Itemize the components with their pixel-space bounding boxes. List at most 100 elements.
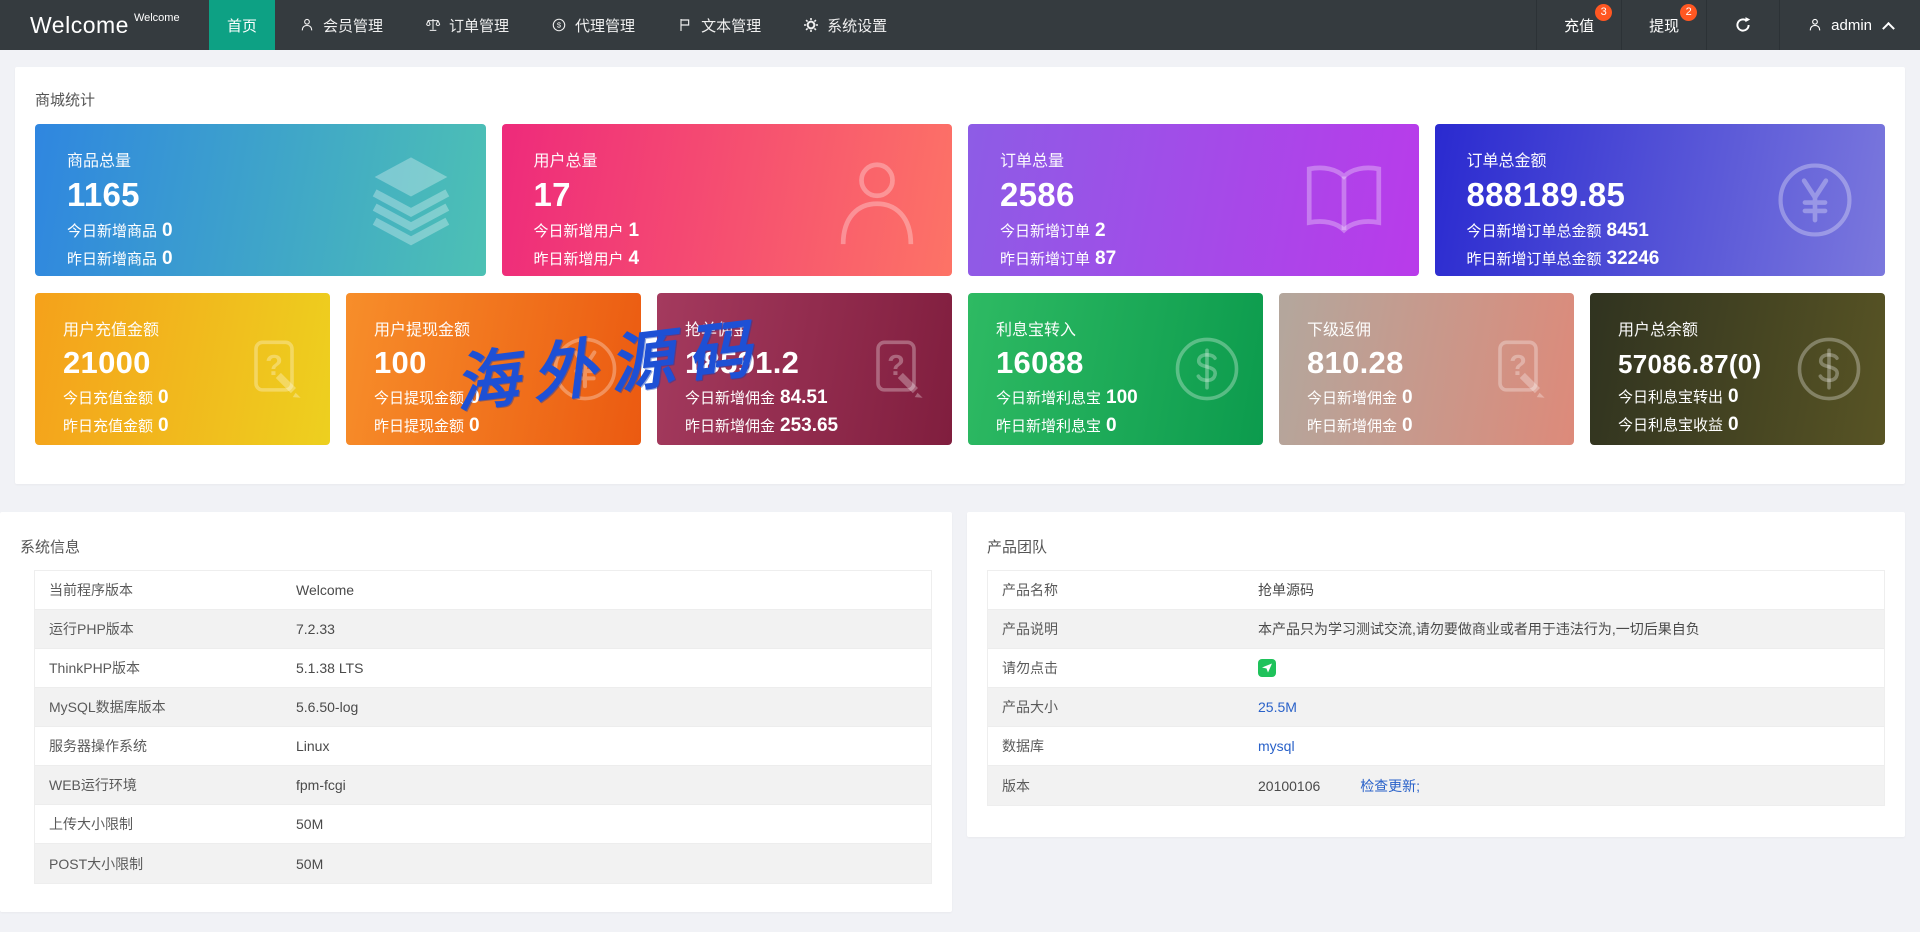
row-label: WEB运行环境 — [49, 777, 137, 793]
stat-card-interest-in: 利息宝转入 16088 今日新增利息宝 100 昨日新增利息宝 0 — [968, 293, 1263, 445]
stat-card-total-order-amount: 订单总金额 888189.85 今日新增订单总金额 8451 昨日新增订单总金额 3… — [1434, 124, 1885, 276]
table-row: POST大小限制 50M — [35, 844, 931, 883]
nav-item-agents[interactable]: 代理管理 — [533, 0, 653, 50]
row-label: 请勿点击 — [1002, 660, 1058, 676]
dollar-circle-icon — [1171, 333, 1243, 405]
stat-line: 昨日新增订单 87 — [1000, 248, 1117, 269]
stat-line: 昨日新增佣金 253.65 — [685, 415, 839, 436]
stats-row-1: 商品总量 1165 今日新增商品 0 昨日新增商品 0 用户总量 17 今日新增用户… — [35, 124, 1885, 276]
nav-item-orders[interactable]: 订单管理 — [407, 0, 527, 50]
recharge-label: 充值 — [1564, 17, 1595, 35]
refresh-button[interactable] — [1706, 0, 1779, 50]
user-icon — [1807, 17, 1823, 33]
stat-line: 昨日提现金额 0 — [374, 415, 480, 436]
row-label: 数据库 — [1002, 738, 1044, 754]
stats-panel-title: 商城统计 — [35, 92, 96, 109]
stats-row-2: 用户充值金额 21000 今日充值金额 0 昨日充值金额 0 用户提现金额 100 … — [35, 293, 1885, 445]
admin-username: admin — [1831, 16, 1872, 34]
table-row: 上传大小限制 50M — [35, 805, 931, 844]
row-label: 上传大小限制 — [49, 816, 133, 832]
row-label: 产品大小 — [1002, 699, 1058, 715]
nav-item-home[interactable]: 首页 — [209, 0, 276, 50]
book-icon — [1297, 153, 1391, 247]
recharge-button[interactable]: 充值 3 — [1536, 0, 1621, 50]
doc-question-icon — [860, 333, 932, 405]
row-label: ThinkPHP版本 — [49, 660, 141, 676]
row-value: mysql — [1258, 738, 1884, 754]
app-logo: Welcome Welcome — [0, 0, 206, 50]
withdraw-badge: 2 — [1680, 4, 1698, 21]
row-value: 5.6.50-log — [296, 699, 359, 715]
yen-circle-icon — [549, 333, 621, 405]
row-value: Linux — [296, 738, 330, 754]
stat-line: 今日利息宝收益 0 — [1618, 414, 1739, 435]
row-value: 7.2.33 — [296, 621, 335, 637]
nav-item-label: 系统设置 — [827, 17, 888, 35]
nav-item-settings[interactable]: 系统设置 — [785, 0, 905, 50]
table-row: WEB运行环境 fpm-fcgi — [35, 766, 931, 805]
database-link[interactable]: mysql — [1258, 738, 1295, 754]
row-label: 产品名称 — [1002, 582, 1058, 598]
row-label: 服务器操作系统 — [49, 738, 147, 754]
table-row: 请勿点击 — [988, 649, 1884, 688]
version-number: 20100106 — [1258, 777, 1321, 794]
yen-circle-icon — [1773, 158, 1857, 242]
table-row: 服务器操作系统 Linux — [35, 727, 931, 766]
nav-item-members[interactable]: 会员管理 — [281, 0, 401, 50]
table-row: 版本 20100106 检查更新; — [988, 766, 1884, 805]
withdraw-label: 提现 — [1649, 17, 1680, 35]
stat-card-sub-rebate: 下级返佣 810.28 今日新增佣金 0 昨日新增佣金 0 — [1279, 293, 1574, 445]
chevron-up-icon — [1882, 21, 1895, 35]
table-row: 产品大小 25.5M — [988, 688, 1884, 727]
dollar-circle-icon — [1793, 333, 1865, 405]
row-value: 50M — [296, 855, 324, 872]
chat-icon[interactable] — [1258, 659, 1276, 678]
gear-icon — [803, 17, 819, 33]
row-label: 版本 — [1002, 777, 1030, 794]
stat-card-recharge-amount: 用户充值金额 21000 今日充值金额 0 昨日充值金额 0 — [35, 293, 330, 445]
main-nav: 首页 会员管理 订单管理 代理管理 文本管理 系统设置 — [206, 0, 908, 50]
nav-item-label: 首页 — [227, 17, 258, 35]
stat-card-grab-commission: 抢单佣金 18591.2 今日新增佣金 84.51 昨日新增佣金 253.65 — [657, 293, 952, 445]
stat-card-total-orders: 订单总量 2586 今日新增订单 2 昨日新增订单 87 — [968, 124, 1419, 276]
doc-question-icon — [1482, 333, 1554, 405]
nav-item-text[interactable]: 文本管理 — [659, 0, 779, 50]
system-info-table: 当前程序版本 Welcome 运行PHP版本 7.2.33 ThinkPHP版本… — [34, 570, 932, 884]
table-row: 当前程序版本 Welcome — [35, 571, 931, 610]
withdraw-button[interactable]: 提现 2 — [1621, 0, 1706, 50]
product-team-table: 产品名称 抢单源码 产品说明 本产品只为学习测试交流,请勿要做商业或者用于违法行… — [987, 570, 1885, 806]
stat-line: 昨日新增佣金 0 — [1307, 415, 1413, 436]
table-row: 产品名称 抢单源码 — [988, 571, 1884, 610]
paper-plane-icon — [1261, 662, 1273, 674]
admin-menu[interactable]: admin — [1779, 0, 1920, 50]
row-label: 产品说明 — [1002, 621, 1058, 637]
doc-question-icon — [238, 333, 310, 405]
row-value: 抢单源码 — [1258, 582, 1314, 598]
row-value: 5.1.38 LTS — [296, 660, 364, 676]
logo-superscript: Welcome — [133, 12, 180, 24]
row-label: POST大小限制 — [49, 855, 144, 872]
flag-icon — [677, 17, 693, 33]
product-size-link[interactable]: 25.5M — [1258, 699, 1297, 715]
navbar-actions: 充值 3 提现 2 admin — [1536, 0, 1920, 50]
stat-card-withdraw-amount: 用户提现金额 100 今日提现金额 0 昨日提现金额 0 — [346, 293, 641, 445]
nav-item-label: 会员管理 — [323, 17, 384, 35]
row-value: Welcome — [296, 582, 355, 598]
row-value: 25.5M — [1258, 699, 1884, 715]
stat-card-total-users: 用户总量 17 今日新增用户 1 昨日新增用户 4 — [501, 124, 952, 276]
stat-line: 昨日新增利息宝 0 — [996, 415, 1117, 436]
product-team-panel: 产品团队 产品名称 抢单源码 产品说明 本产品只为学习测试交流,请勿要做商业或者… — [967, 512, 1905, 837]
table-row: ThinkPHP版本 5.1.38 LTS — [35, 649, 931, 688]
check-update-link[interactable]: 检查更新; — [1360, 778, 1420, 794]
nav-item-label: 订单管理 — [449, 17, 510, 35]
bottom-section: 系统信息 当前程序版本 Welcome 运行PHP版本 7.2.33 Think… — [0, 512, 1905, 912]
stat-line: 昨日新增商品 0 — [67, 248, 173, 269]
scales-icon — [425, 17, 441, 33]
nav-item-label: 文本管理 — [701, 17, 762, 35]
row-value: fpm-fcgi — [296, 777, 346, 793]
stat-line: 昨日充值金额 0 — [63, 415, 169, 436]
person-icon — [830, 153, 924, 247]
system-info-title: 系统信息 — [20, 539, 81, 556]
table-row: 数据库 mysql — [988, 727, 1884, 766]
stat-card-total-products: 商品总量 1165 今日新增商品 0 昨日新增商品 0 — [35, 124, 486, 276]
